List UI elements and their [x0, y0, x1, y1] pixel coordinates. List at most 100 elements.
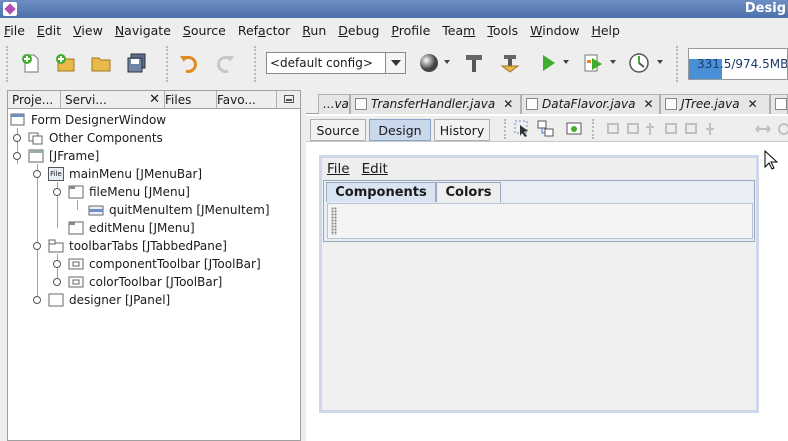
design-view-button[interactable]: Design	[369, 119, 431, 141]
java-file-icon	[665, 97, 677, 110]
tab-projects[interactable]: Proje...	[8, 91, 61, 109]
toolbar-icon	[68, 275, 84, 289]
menu-navigate[interactable]: Navigate	[115, 23, 171, 38]
form-design-canvas[interactable]: File Edit Components Colors	[319, 155, 759, 413]
minimize-icon[interactable]	[284, 95, 294, 103]
mouse-cursor-icon	[764, 150, 778, 170]
tree-expander[interactable]	[33, 296, 41, 304]
menu-file[interactable]: File	[4, 23, 25, 38]
run-button[interactable]	[535, 50, 561, 76]
tab-files[interactable]: Files	[165, 91, 217, 109]
menu-debug[interactable]: Debug	[338, 23, 379, 38]
menu-run[interactable]: Run	[302, 23, 326, 38]
form-tabbed-pane[interactable]: Components Colors	[323, 180, 755, 242]
toolbar-grip	[6, 46, 10, 82]
menu-tools[interactable]: Tools	[487, 23, 518, 38]
chevron-down-icon[interactable]	[444, 60, 450, 64]
form-menu-file[interactable]: File	[327, 161, 350, 177]
tab-jtree[interactable]: JTree.java ✕	[660, 94, 770, 114]
menu-window[interactable]: Window	[530, 23, 579, 38]
tab-dataflavor[interactable]: DataFlavor.java ✕	[521, 94, 660, 114]
form-tab-components[interactable]: Components	[326, 182, 436, 202]
build-button[interactable]	[461, 50, 487, 76]
tree-item-form[interactable]: Form DesignerWindow	[10, 111, 166, 129]
tree-expander[interactable]	[53, 188, 61, 196]
tree-item-label: designer [JPanel]	[69, 293, 171, 307]
tree-item-mainmenu[interactable]: File mainMenu [JMenuBar]	[48, 165, 202, 183]
menu-team[interactable]: Team	[442, 23, 475, 38]
tree-expander[interactable]	[13, 152, 21, 160]
connection-mode-icon[interactable]	[537, 120, 555, 138]
tree-item-editmenu[interactable]: editMenu [JMenu]	[68, 219, 195, 237]
chevron-down-icon[interactable]	[563, 60, 569, 64]
close-icon[interactable]: ✕	[748, 97, 758, 111]
profile-button[interactable]	[626, 50, 652, 76]
tab-services[interactable]: Servi... ✕	[61, 91, 165, 109]
editor-toolbar: Source Design History	[306, 116, 788, 142]
preview-design-icon[interactable]	[565, 120, 583, 138]
tree-item-designer[interactable]: designer [JPanel]	[48, 291, 170, 309]
tree-expander[interactable]	[53, 260, 61, 268]
toolbar-separator	[504, 119, 508, 139]
tree-expander[interactable]	[53, 278, 61, 286]
form-component-toolbar[interactable]	[327, 203, 753, 239]
memory-indicator[interactable]: 331.5/974.5MB	[688, 48, 788, 80]
new-project-button[interactable]	[52, 50, 78, 76]
tab-favorites[interactable]: Favo...	[217, 91, 277, 109]
debug-button[interactable]	[580, 50, 606, 76]
tree-item-label: toolbarTabs [JTabbedPane]	[69, 239, 227, 253]
tree-expander[interactable]	[13, 134, 21, 142]
tree-expander[interactable]	[33, 170, 41, 178]
editor-panel: ...va TransferHandler.java ✕ DataFlavor.j…	[306, 90, 788, 441]
close-icon[interactable]: ✕	[643, 97, 653, 111]
close-icon[interactable]: ✕	[503, 97, 513, 111]
frame-icon	[28, 149, 44, 163]
menubar-icon: File	[48, 167, 64, 181]
tree-item-jframe[interactable]: [JFrame]	[28, 147, 99, 165]
form-menu-edit[interactable]: Edit	[362, 161, 388, 177]
menu-refactor[interactable]: Refactor	[238, 23, 290, 38]
form-tab-colors[interactable]: Colors	[436, 182, 501, 202]
resize-tools-icon	[755, 123, 788, 135]
form-menubar[interactable]: File Edit	[322, 158, 756, 180]
new-file-button[interactable]	[18, 50, 44, 76]
tab-file-truncated[interactable]: ...va	[318, 94, 350, 114]
tree-item-other-components[interactable]: Other Components	[28, 129, 163, 147]
menu-source[interactable]: Source	[183, 23, 226, 38]
chevron-down-icon[interactable]	[385, 53, 405, 73]
clean-build-icon	[500, 55, 520, 73]
java-file-icon	[355, 97, 367, 110]
undo-button[interactable]	[176, 50, 202, 76]
tree-item-toolbartabs[interactable]: toolbarTabs [JTabbedPane]	[48, 237, 227, 255]
undo-icon	[180, 55, 197, 73]
tree-item-label: Form DesignerWindow	[31, 113, 167, 127]
tree-item-label: componentToolbar [JToolBar]	[89, 257, 261, 271]
selection-mode-icon[interactable]	[514, 120, 532, 138]
config-select[interactable]: <default config>	[266, 52, 406, 74]
tree-item-componenttoolbar[interactable]: componentToolbar [JToolBar]	[68, 255, 261, 273]
menu-help[interactable]: Help	[591, 23, 620, 38]
save-all-button[interactable]	[124, 50, 150, 76]
tab-transferhandler[interactable]: TransferHandler.java ✕	[350, 94, 521, 114]
tab-file-overflow[interactable]	[770, 94, 788, 114]
chevron-down-icon[interactable]	[610, 60, 616, 64]
open-project-button[interactable]	[88, 50, 114, 76]
menu-view[interactable]: View	[73, 23, 103, 38]
clean-build-button[interactable]	[497, 50, 523, 76]
tree-item-quitmenuitem[interactable]: quitMenuItem [JMenuItem]	[88, 201, 270, 219]
browser-button[interactable]	[416, 50, 442, 76]
tree-item-label: fileMenu [JMenu]	[89, 185, 190, 199]
tree-item-filemenu[interactable]: fileMenu [JMenu]	[68, 183, 190, 201]
folder-icon	[91, 57, 111, 72]
close-icon[interactable]: ✕	[149, 92, 160, 107]
window-titlebar: Desig	[0, 0, 788, 18]
source-view-button[interactable]: Source	[310, 119, 366, 141]
tree-item-colortoolbar[interactable]: colorToolbar [JToolBar]	[68, 273, 222, 291]
toolbar-grip-icon[interactable]	[331, 207, 337, 235]
menu-profile[interactable]: Profile	[391, 23, 430, 38]
redo-button[interactable]	[212, 50, 238, 76]
tree-expander[interactable]	[33, 242, 41, 250]
history-view-button[interactable]: History	[434, 119, 490, 141]
chevron-down-icon[interactable]	[657, 60, 663, 64]
menu-edit[interactable]: Edit	[37, 23, 61, 38]
